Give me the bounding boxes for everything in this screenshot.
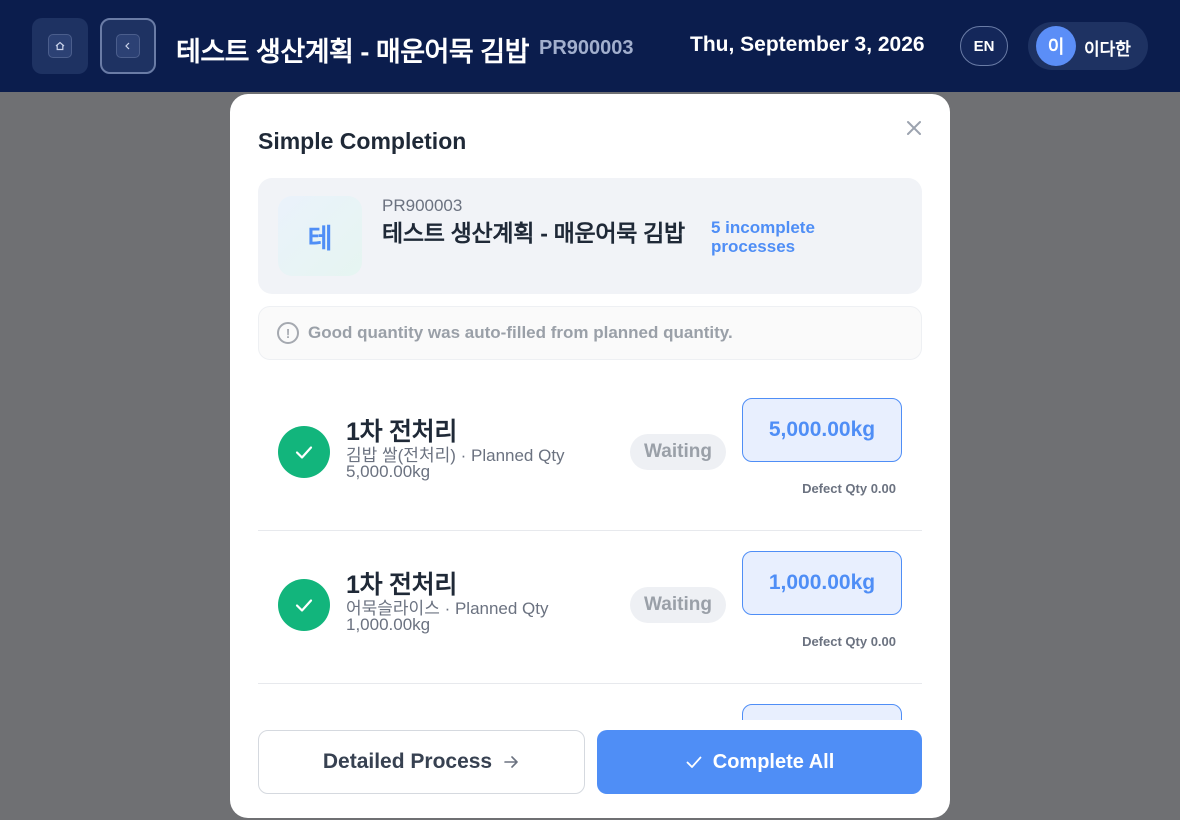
detailed-process-button[interactable]: Detailed Process (258, 730, 585, 794)
arrow-right-icon (502, 753, 520, 771)
plan-summary-card: 테 PR900003 테스트 생산계획 - 매운어묵 김밥 5 incomple… (258, 178, 922, 294)
app-header: 테스트 생산계획 - 매운어묵 김밥 PR900003 Thu, Septemb… (0, 0, 1180, 92)
plan-icon: 테 (278, 196, 362, 276)
good-qty-input[interactable]: 5,000.00kg (742, 398, 902, 462)
status-badge: Waiting (630, 434, 726, 470)
check-icon[interactable] (278, 579, 330, 631)
info-icon: ! (277, 322, 299, 344)
language-toggle[interactable]: EN (960, 26, 1008, 66)
home-icon (48, 34, 72, 58)
plan-card-code: PR900003 (382, 196, 463, 215)
close-icon[interactable] (902, 116, 926, 140)
process-item: 1차 전처리 어묵슬라이스 · Planned Qty 1,000.00kg W… (258, 531, 922, 684)
detailed-process-label: Detailed Process (322, 750, 493, 773)
check-icon (685, 753, 703, 771)
simple-completion-modal: Simple Completion 테 PR900003 테스트 생산계획 - … (230, 94, 950, 818)
process-item: 1차 전처리 김밥 쌀(전처리) · Planned Qty 5,000.00k… (258, 378, 922, 531)
check-icon[interactable] (278, 426, 330, 478)
process-name: 1차 전처리 (346, 571, 458, 599)
plan-code: PR900003 (539, 37, 634, 59)
process-desc: 김밥 쌀(전처리) · Planned Qty 5,000.00kg (346, 446, 565, 481)
chevron-left-icon (116, 34, 140, 58)
avatar: 이 (1036, 26, 1076, 66)
user-menu[interactable]: 이 이다한 (1028, 22, 1148, 70)
complete-all-button[interactable]: Complete All (597, 730, 922, 794)
back-button[interactable] (100, 18, 156, 74)
plan-card-name: 테스트 생산계획 - 매운어묵 김밥 (382, 220, 685, 246)
process-list[interactable]: 1차 전처리 김밥 쌀(전처리) · Planned Qty 5,000.00k… (258, 378, 922, 720)
home-button[interactable] (32, 18, 88, 74)
autofill-notice: ! Good quantity was auto-filled from pla… (258, 306, 922, 360)
good-qty-input[interactable]: 1,000.00kg (742, 551, 902, 615)
process-desc: 어묵슬라이스 · Planned Qty 1,000.00kg (346, 599, 549, 634)
modal-title: Simple Completion (258, 128, 467, 154)
notice-text: Good quantity was auto-filled from plann… (308, 323, 733, 342)
page-title: 테스트 생산계획 - 매운어묵 김밥 (176, 37, 529, 67)
status-badge: Waiting (630, 587, 726, 623)
defect-qty: Defect Qty 0.00 (802, 634, 896, 649)
complete-all-label: Complete All (712, 750, 835, 773)
process-item-partial (258, 684, 922, 720)
process-name: 1차 전처리 (346, 418, 458, 446)
user-name: 이다한 (1084, 40, 1131, 59)
defect-qty: Defect Qty 0.00 (802, 481, 896, 496)
good-qty-input[interactable] (742, 704, 902, 720)
current-date: Thu, September 3, 2026 (690, 33, 925, 56)
incomplete-count: 5 incomplete processes (711, 218, 815, 256)
